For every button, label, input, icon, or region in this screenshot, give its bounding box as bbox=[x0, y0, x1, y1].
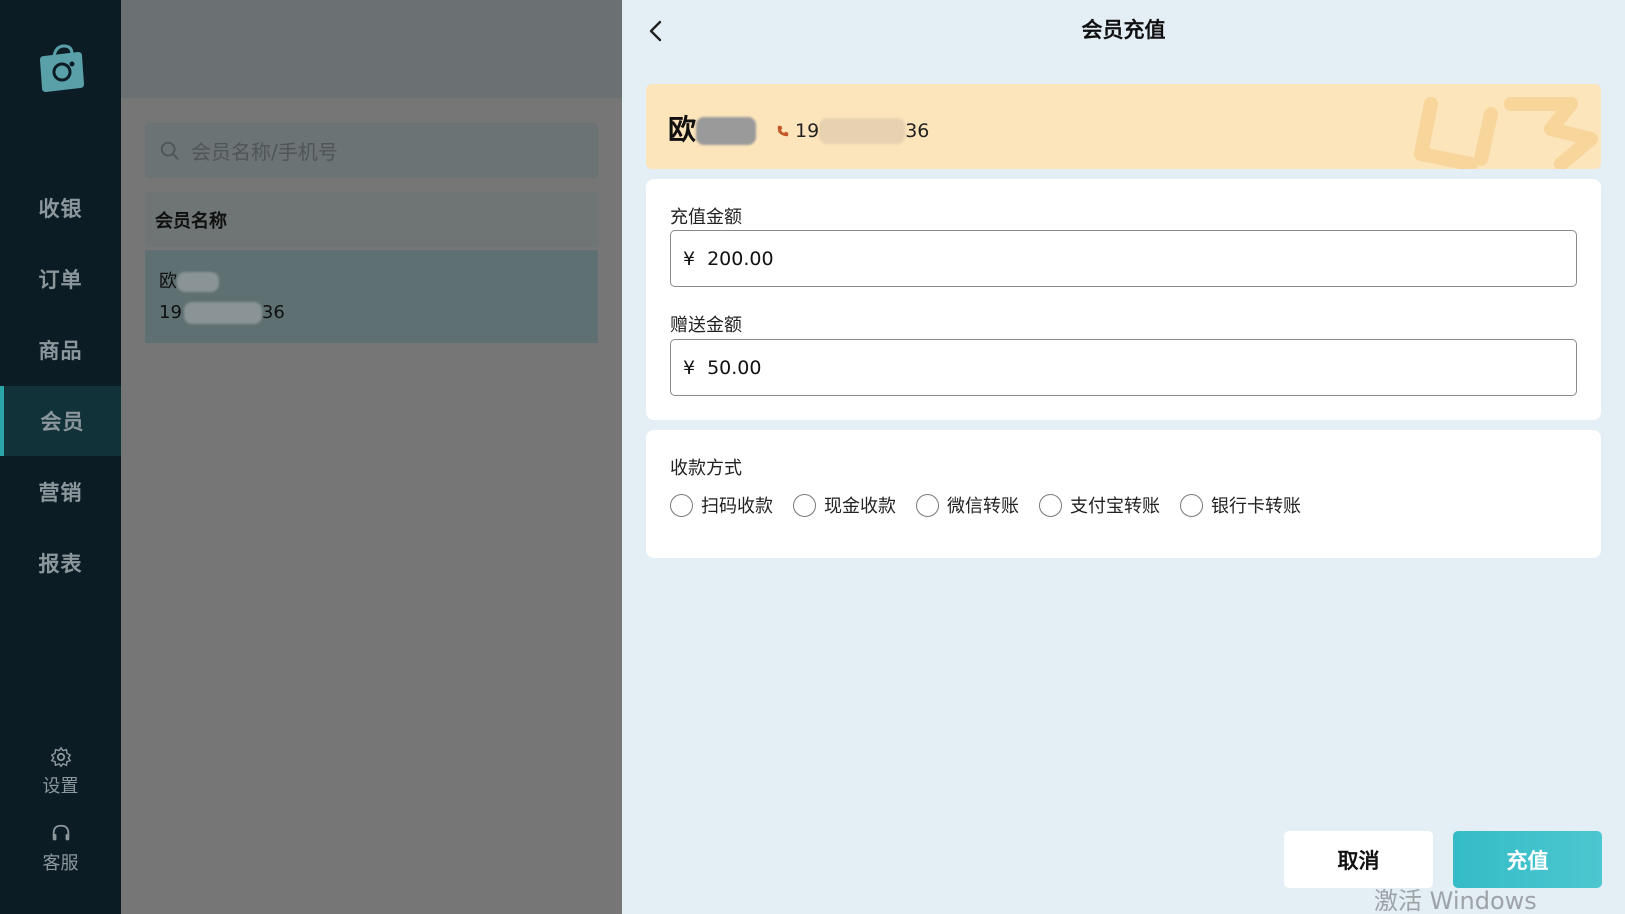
payment-option-scan[interactable]: 扫码收款 bbox=[670, 492, 773, 518]
payment-option-cash[interactable]: 现金收款 bbox=[793, 492, 896, 518]
payment-option-label: 现金收款 bbox=[824, 496, 896, 517]
windows-activation-watermark: 激活 Windows bbox=[1374, 887, 1537, 914]
radio-circle[interactable] bbox=[670, 493, 693, 517]
bonus-amount-field[interactable]: ¥ 50.00 bbox=[670, 339, 1577, 396]
payment-method-label: 收款方式 bbox=[670, 458, 742, 479]
member-info-card: 欧 19 36 bbox=[646, 84, 1601, 169]
currency-symbol: ¥ bbox=[683, 356, 696, 379]
payment-option-label: 微信转账 bbox=[947, 496, 1019, 517]
redacted-phone bbox=[819, 118, 906, 144]
nav-item-members[interactable]: 会员 bbox=[0, 386, 121, 456]
currency-symbol: ¥ bbox=[683, 247, 696, 270]
app-logo-icon bbox=[40, 44, 84, 92]
nav-item-products[interactable]: 商品 bbox=[0, 315, 121, 385]
member-row-phone: 19 36 bbox=[159, 297, 584, 328]
page-title: 会员充值 bbox=[1081, 18, 1166, 42]
redacted-name bbox=[177, 272, 219, 292]
redacted-name bbox=[696, 117, 757, 145]
payment-method-group: 扫码收款 现金收款 微信转账 支付宝转账 银行卡转账 bbox=[670, 492, 1321, 518]
nav-item-reports[interactable]: 报表 bbox=[0, 528, 121, 598]
member-list-topbar bbox=[121, 0, 622, 98]
radio-circle[interactable] bbox=[1039, 493, 1062, 517]
member-list-pane: 会员名称/手机号 会员名称 欧 19 36 bbox=[121, 0, 622, 914]
phone-icon bbox=[777, 125, 789, 137]
recharge-panel: 会员充值 欧 19 36 充值金额 ¥ 200.00 赠送金额 ¥ 50.00 收… bbox=[622, 0, 1625, 914]
member-row-name: 欧 bbox=[159, 266, 584, 297]
member-name: 欧 bbox=[668, 108, 757, 148]
nav-settings[interactable]: 设置 bbox=[0, 746, 121, 798]
nav-item-cashier[interactable]: 收银 bbox=[0, 173, 121, 243]
member-row-name-text: 欧 bbox=[159, 271, 177, 292]
member-list-row[interactable]: 欧 19 36 bbox=[145, 250, 598, 343]
settings-label: 设置 bbox=[42, 776, 79, 797]
member-search[interactable]: 会员名称/手机号 bbox=[145, 123, 598, 178]
recharge-amount-field[interactable]: ¥ 200.00 bbox=[670, 230, 1577, 287]
payment-option-label: 扫码收款 bbox=[701, 496, 773, 517]
payment-option-label: 支付宝转账 bbox=[1070, 496, 1160, 517]
bonus-amount-value: 50.00 bbox=[707, 356, 762, 379]
column-header-member-name: 会员名称 bbox=[155, 210, 227, 232]
payment-option-label: 银行卡转账 bbox=[1211, 496, 1301, 517]
payment-option-wechat[interactable]: 微信转账 bbox=[916, 492, 1019, 518]
nav-item-orders[interactable]: 订单 bbox=[0, 244, 121, 314]
member-row-phone-suffix: 36 bbox=[261, 302, 285, 323]
payment-method-card: 收款方式 扫码收款 现金收款 微信转账 支付宝转账 银行卡转账 bbox=[646, 430, 1601, 558]
member-phone: 19 36 bbox=[776, 118, 929, 144]
member-phone-suffix: 36 bbox=[905, 120, 930, 142]
gear-icon bbox=[50, 746, 71, 768]
search-icon bbox=[160, 141, 179, 160]
recharge-amount-label: 充值金额 bbox=[670, 207, 742, 228]
headset-icon bbox=[52, 824, 69, 841]
search-placeholder: 会员名称/手机号 bbox=[191, 140, 338, 164]
radio-circle[interactable] bbox=[1180, 493, 1203, 517]
bonus-amount-label: 赠送金额 bbox=[670, 315, 742, 336]
nav-support[interactable]: 客服 bbox=[0, 823, 121, 875]
recharge-submit-button[interactable]: 充值 bbox=[1453, 831, 1602, 888]
member-name-text: 欧 bbox=[668, 113, 697, 146]
redacted-phone bbox=[183, 302, 262, 324]
payment-option-bank-card[interactable]: 银行卡转账 bbox=[1180, 492, 1301, 518]
cancel-button[interactable]: 取消 bbox=[1284, 831, 1433, 888]
member-row-phone-prefix: 19 bbox=[159, 302, 182, 323]
recharge-amount-value: 200.00 bbox=[707, 247, 774, 270]
member-phone-prefix: 19 bbox=[795, 120, 820, 142]
support-label: 客服 bbox=[42, 853, 79, 874]
nav-item-marketing[interactable]: 营销 bbox=[0, 457, 121, 527]
payment-option-alipay[interactable]: 支付宝转账 bbox=[1039, 492, 1160, 518]
radio-circle[interactable] bbox=[916, 493, 939, 517]
amount-card: 充值金额 ¥ 200.00 赠送金额 ¥ 50.00 bbox=[646, 179, 1601, 420]
member-list-header: 会员名称 bbox=[145, 192, 598, 247]
main-nav: 收银 订单 商品 会员 营销 报表 设置 客服 bbox=[0, 0, 121, 914]
radio-circle[interactable] bbox=[793, 493, 816, 517]
card-decoration-icon bbox=[1414, 97, 1598, 169]
